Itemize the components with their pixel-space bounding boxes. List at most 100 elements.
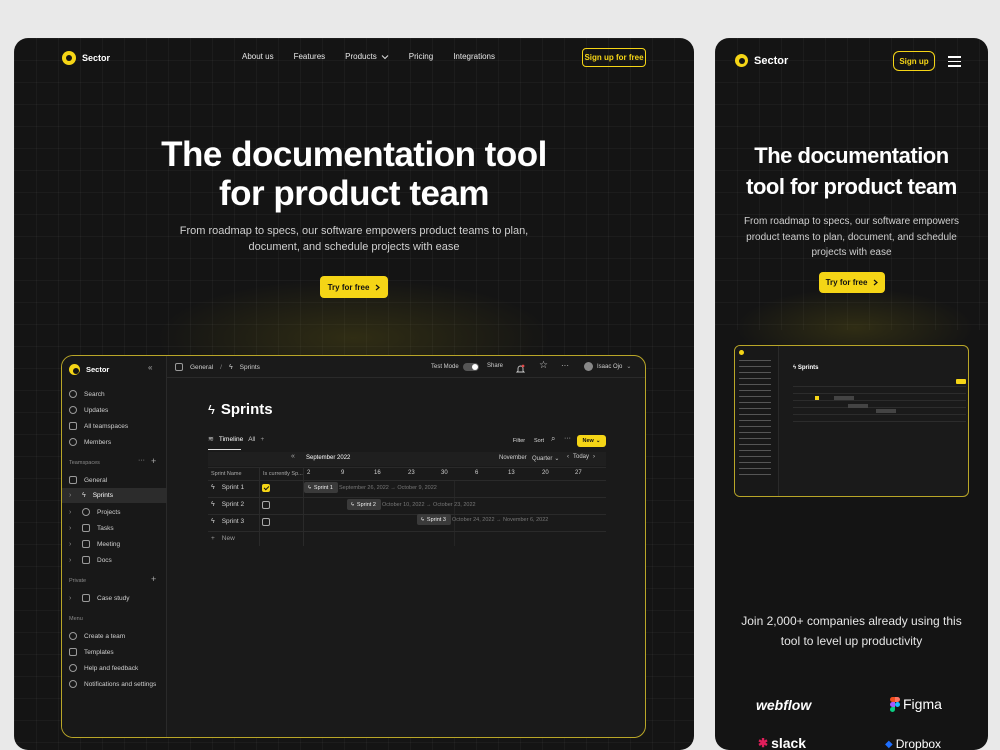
hero-sub-line2: product teams to plan, document, and sch…	[746, 231, 957, 243]
day-label: 23	[408, 470, 415, 476]
table-row[interactable]: ϟ Sprint 2	[211, 501, 244, 508]
side-help[interactable]: Help and feedback	[69, 664, 138, 672]
collapse-icon[interactable]: «	[291, 453, 295, 460]
chevron-right-icon: ›	[69, 524, 72, 532]
column-divider	[303, 467, 304, 546]
side-case-study[interactable]: › Case study	[69, 594, 130, 602]
is-current-checkbox[interactable]	[262, 484, 270, 492]
month-divider	[454, 480, 455, 546]
star-icon[interactable]: ☆	[539, 360, 548, 371]
today-nav[interactable]: ‹ Today ›	[567, 454, 595, 460]
logo-icon	[62, 51, 76, 65]
side-settings[interactable]: Notifications and settings	[69, 680, 156, 688]
day-label: 20	[542, 470, 549, 476]
side-sprints[interactable]: › ϟ Sprints	[69, 492, 113, 499]
sprint-name: Sprint 3	[221, 518, 245, 525]
chevron-down-icon	[381, 54, 389, 59]
nav-features[interactable]: Features	[294, 52, 326, 61]
row-divider	[208, 480, 606, 481]
nav-integrations[interactable]: Integrations	[453, 52, 495, 61]
side-meeting[interactable]: › Meeting	[69, 540, 120, 548]
side-updates[interactable]: Updates	[69, 406, 108, 414]
chevron-right-icon	[376, 284, 381, 290]
bar-dates: October 10, 2022 → October 23, 2022	[382, 502, 476, 508]
filter-button[interactable]: Filter	[510, 435, 528, 446]
table-row[interactable]: ϟ Sprint 3	[211, 518, 244, 525]
day-label: 13	[508, 470, 515, 476]
quarter-label: Quarter	[532, 455, 553, 462]
mobile-app-preview: ϟ Sprints	[734, 345, 969, 497]
document-icon	[82, 556, 90, 564]
document-icon	[82, 594, 90, 602]
side-help-label: Help and feedback	[84, 664, 139, 672]
side-tasks[interactable]: › Tasks	[69, 524, 114, 532]
table-row[interactable]: ϟ Sprint 1	[211, 484, 244, 491]
logo-text: Sector	[82, 53, 111, 63]
row-divider	[208, 497, 606, 498]
is-current-checkbox[interactable]	[262, 501, 270, 509]
quarter-select[interactable]: Quarter ⌄	[532, 455, 559, 463]
collapse-icon[interactable]: «	[148, 363, 152, 372]
side-meeting-label: Meeting	[97, 540, 121, 548]
side-projects[interactable]: › Projects	[69, 508, 120, 516]
bell-icon[interactable]	[515, 361, 526, 379]
share-button[interactable]: Share	[487, 363, 503, 369]
breadcrumb-separator: /	[220, 363, 222, 371]
timeline-bar[interactable]: ϟ Sprint 1	[304, 482, 338, 493]
side-general[interactable]: General	[69, 476, 107, 484]
mobile-logo[interactable]: Sector	[735, 54, 788, 67]
top-nav: About us Features Products Pricing Integ…	[242, 52, 495, 61]
social-proof: Join 2,000+ companies already using this…	[715, 612, 988, 652]
sort-button[interactable]: Sort	[531, 435, 547, 446]
add-row[interactable]: + New	[211, 535, 235, 542]
new-button[interactable]: New ⌄	[577, 435, 606, 447]
hero-sub-line1: From roadmap to specs, our software empo…	[179, 225, 529, 237]
app-preview: Sector « Search Updates All teamspaces M…	[61, 355, 646, 738]
search-icon[interactable]: ⌕	[551, 434, 555, 444]
add-icon[interactable]: +	[151, 574, 156, 584]
lightning-icon: ϟ	[82, 492, 86, 499]
is-current-checkbox[interactable]	[262, 518, 270, 526]
view-tabs: ≋ Timeline All +	[208, 435, 264, 444]
logo[interactable]: Sector	[62, 51, 110, 65]
try-free-button[interactable]: Try for free	[320, 276, 388, 298]
more-icon[interactable]: ···	[138, 457, 145, 464]
more-icon[interactable]: ···	[564, 435, 571, 442]
signup-button[interactable]: Sign up for free	[582, 48, 646, 67]
side-docs[interactable]: › Docs	[69, 556, 112, 564]
mobile-signup-button[interactable]: Sign up	[893, 51, 935, 71]
test-mode[interactable]: Test Mode	[431, 363, 479, 371]
mini-checkbox	[815, 396, 819, 400]
timeline-bar[interactable]: ϟ Sprint 3	[417, 514, 451, 525]
breadcrumb-page[interactable]: Sprints	[240, 364, 260, 371]
nav-about[interactable]: About us	[242, 52, 274, 61]
mini-bar	[848, 404, 868, 408]
side-create-team[interactable]: Create a team	[69, 632, 125, 640]
user-menu[interactable]: Isaac Ojo ⌄	[584, 362, 631, 371]
lightning-icon: ϟ	[211, 518, 215, 525]
hamburger-icon[interactable]	[948, 56, 961, 67]
test-mode-toggle[interactable]	[462, 363, 479, 371]
nav-pricing[interactable]: Pricing	[409, 52, 433, 61]
add-view-icon[interactable]: +	[260, 436, 264, 443]
home-icon	[175, 363, 183, 371]
menu-heading: Menu	[69, 616, 83, 622]
tab-timeline[interactable]: Timeline	[219, 436, 243, 443]
chevron-right-icon	[874, 279, 879, 286]
breadcrumb-root[interactable]: General	[190, 364, 213, 371]
timeline-bar[interactable]: ϟ Sprint 2	[347, 499, 381, 510]
side-teamspaces[interactable]: All teamspaces	[69, 422, 128, 430]
side-members[interactable]: Members	[69, 438, 111, 446]
nav-products[interactable]: Products	[345, 52, 389, 61]
tab-all[interactable]: All	[248, 436, 255, 443]
add-icon[interactable]: +	[151, 456, 156, 466]
side-sprints-label: Sprints	[92, 492, 113, 499]
chevron-left-icon[interactable]: ‹	[567, 454, 569, 460]
mobile-try-free-button[interactable]: Try for free	[819, 272, 885, 293]
side-templates[interactable]: Templates	[69, 648, 114, 656]
chevron-right-icon[interactable]: ›	[593, 454, 595, 460]
more-icon[interactable]: ···	[561, 361, 569, 370]
hero-title-line1: The documentation	[754, 143, 949, 168]
side-search[interactable]: Search	[69, 390, 105, 398]
chevron-right-icon: ›	[69, 540, 72, 548]
